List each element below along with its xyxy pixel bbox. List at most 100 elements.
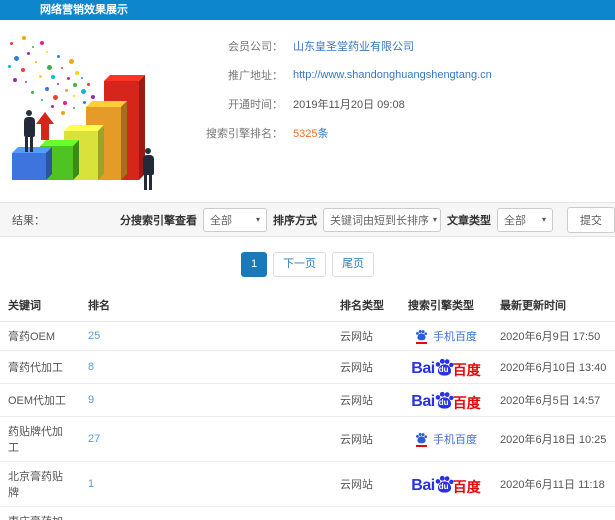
info-row: 搜索引擎排名： 5325条 bbox=[195, 125, 492, 141]
results-table-body: 膏药OEM 25 云网站 手机百度 2020年6月9日 17:50 膏药代加工 … bbox=[0, 321, 615, 520]
engine-filter-label: 分搜索引擎查看 bbox=[120, 214, 197, 227]
confetti-dot bbox=[73, 83, 77, 87]
engine-type-cell: 手机百度 bbox=[400, 506, 492, 520]
mobile-baidu-badge: 手机百度 bbox=[415, 328, 477, 344]
confetti-dot bbox=[51, 75, 55, 79]
baidu-logo: Bai du 百度 bbox=[411, 390, 481, 410]
baidu-logo-bai: Bai bbox=[411, 393, 435, 410]
confetti-dot bbox=[69, 59, 74, 64]
info-link[interactable]: 山东皇圣堂药业有限公司 bbox=[293, 41, 414, 53]
growth-arrow-icon bbox=[36, 112, 54, 142]
updated-time-cell: 2020年6月10日 13:40 bbox=[492, 350, 615, 384]
info-label: 开通时间： bbox=[228, 99, 283, 111]
ranking-count: 5325 bbox=[293, 128, 318, 140]
rank-type-cell: 云网站 bbox=[332, 321, 400, 351]
confetti-dot bbox=[41, 99, 43, 101]
confetti-dot bbox=[67, 77, 70, 80]
confetti-dot bbox=[40, 41, 44, 45]
keyword-cell: 膏药代加工 bbox=[0, 350, 80, 384]
confetti-dot bbox=[32, 46, 34, 48]
confetti-dot bbox=[13, 78, 17, 82]
info-row: 开通时间： 2019年11月20日 09:08 bbox=[195, 96, 492, 112]
confetti-dot bbox=[21, 68, 25, 72]
baidu-underline-icon bbox=[416, 341, 427, 344]
col-rank: 排名 bbox=[80, 289, 332, 322]
next-page-button[interactable]: 下一页 bbox=[273, 252, 327, 277]
table-row: 药贴牌代加工 27 云网站 手机百度 2020年6月18日 10:25 bbox=[0, 416, 615, 462]
last-page-button[interactable]: 尾页 bbox=[332, 252, 375, 277]
rank-cell: 27 bbox=[80, 416, 332, 462]
engine-type-cell: 手机百度 bbox=[400, 416, 492, 462]
confetti-dot bbox=[57, 55, 60, 58]
chevron-down-icon: ▾ bbox=[541, 215, 546, 224]
info-row: 推广地址： http://www.shandonghuangshengtang.c… bbox=[195, 67, 492, 83]
updated-time-cell: 2020年6月18日 10:25 bbox=[492, 416, 615, 462]
baidu-paw-icon: du bbox=[434, 474, 455, 494]
filter-bar: 结果： 分搜索引擎查看 全部 ▾ 排序方式 关键词由短到长排序 ▾ 文章类型 全… bbox=[0, 202, 615, 237]
baidu-underline-icon bbox=[416, 444, 427, 447]
confetti-dot bbox=[51, 105, 54, 108]
article-type-select[interactable]: 全部 ▾ bbox=[497, 207, 553, 232]
col-rank-type: 排名类型 bbox=[332, 289, 400, 322]
table-row: 膏药代加工 8 云网站 Bai du 百度 2020年6月10日 13:40 bbox=[0, 350, 615, 384]
rank-link[interactable]: 1 bbox=[88, 478, 94, 490]
confetti-dot bbox=[73, 95, 75, 97]
keyword-cell: 北京膏药贴牌 bbox=[0, 461, 80, 507]
keyword-cell: 药贴牌代加工 bbox=[0, 416, 80, 462]
baidu-logo-du: du bbox=[438, 398, 449, 407]
info-link[interactable]: http://www.shandonghuangshengtang.cn bbox=[293, 69, 492, 81]
result-label: 结果： bbox=[12, 214, 45, 227]
sort-filter-label: 排序方式 bbox=[273, 214, 317, 227]
confetti-dot bbox=[53, 95, 58, 100]
submit-button[interactable]: 提交 bbox=[567, 206, 615, 233]
baidu-logo-du: du bbox=[438, 482, 449, 491]
confetti-dot bbox=[14, 56, 19, 61]
confetti-dot bbox=[10, 42, 13, 45]
info-section: 会员公司： 山东皇圣堂药业有限公司 推广地址： http://www.shandong… bbox=[0, 30, 615, 190]
rank-link[interactable]: 9 bbox=[88, 394, 94, 406]
rank-cell: 1 bbox=[80, 461, 332, 507]
businessman-figure-left bbox=[21, 110, 37, 152]
confetti-dot bbox=[31, 91, 34, 94]
confetti-dot bbox=[91, 95, 95, 99]
confetti-dot bbox=[27, 52, 30, 55]
account-info-list: 会员公司： 山东皇圣堂药业有限公司 推广地址： http://www.shandong… bbox=[195, 30, 492, 190]
baidu-logo-bai: Bai bbox=[411, 477, 435, 494]
sort-filter-select[interactable]: 关键词由短到长排序 ▾ bbox=[323, 207, 441, 232]
baidu-paw-icon: du bbox=[434, 357, 455, 377]
page-1-button[interactable]: 1 bbox=[240, 252, 268, 277]
rank-type-cell: 云网站 bbox=[332, 506, 400, 520]
chevron-down-icon: ▾ bbox=[255, 215, 260, 224]
updated-time-cell: 2020年6月18日 10:19 bbox=[492, 506, 615, 520]
table-row: 北京膏药贴牌 1 云网站 Bai du 百度 2020年6月11日 11:18 bbox=[0, 461, 615, 507]
pagination: 1 下一页 尾页 bbox=[0, 252, 615, 277]
confetti-dot bbox=[61, 111, 65, 115]
baidu-logo-bai: Bai bbox=[411, 360, 435, 377]
baidu-logo: Bai du 百度 bbox=[411, 474, 481, 494]
rank-link[interactable]: 8 bbox=[88, 361, 94, 373]
keyword-cell: 膏药OEM bbox=[0, 321, 80, 351]
engine-filter-select[interactable]: 全部 ▾ bbox=[203, 207, 267, 232]
table-row: OEM代加工 9 云网站 Bai du 百度 2020年6月5日 14:57 bbox=[0, 383, 615, 417]
sort-filter-value: 关键词由短到长排序 bbox=[330, 214, 429, 227]
ranking-count-unit[interactable]: 条 bbox=[317, 128, 328, 140]
updated-time-cell: 2020年6月11日 11:18 bbox=[492, 461, 615, 507]
rank-type-cell: 云网站 bbox=[332, 350, 400, 384]
rank-link[interactable]: 27 bbox=[88, 433, 100, 445]
col-keyword: 关键词 bbox=[0, 289, 80, 322]
confetti-dot bbox=[25, 81, 27, 83]
rank-cell: 9 bbox=[80, 383, 332, 417]
page-title: 网络营销效果展示 bbox=[40, 4, 128, 16]
table-row: 膏药OEM 25 云网站 手机百度 2020年6月9日 17:50 bbox=[0, 321, 615, 351]
info-value: http://www.shandonghuangshengtang.cn bbox=[293, 69, 492, 81]
keyword-cell: 枣庄膏药加工 bbox=[0, 506, 80, 520]
table-row: 枣庄膏药加工 1,4,6 云网站 手机百度 2020年6月18日 10:19 bbox=[0, 506, 615, 520]
confetti-dot bbox=[39, 75, 42, 78]
rank-cell: 1,4,6 bbox=[80, 506, 332, 520]
rank-link[interactable]: 25 bbox=[88, 330, 100, 342]
marketing-chart-illustration bbox=[0, 30, 195, 190]
info-label: 搜索引擎排名： bbox=[206, 128, 283, 140]
baidu-paw-icon: du bbox=[434, 390, 455, 410]
confetti-dot bbox=[65, 89, 68, 92]
rank-type-cell: 云网站 bbox=[332, 383, 400, 417]
